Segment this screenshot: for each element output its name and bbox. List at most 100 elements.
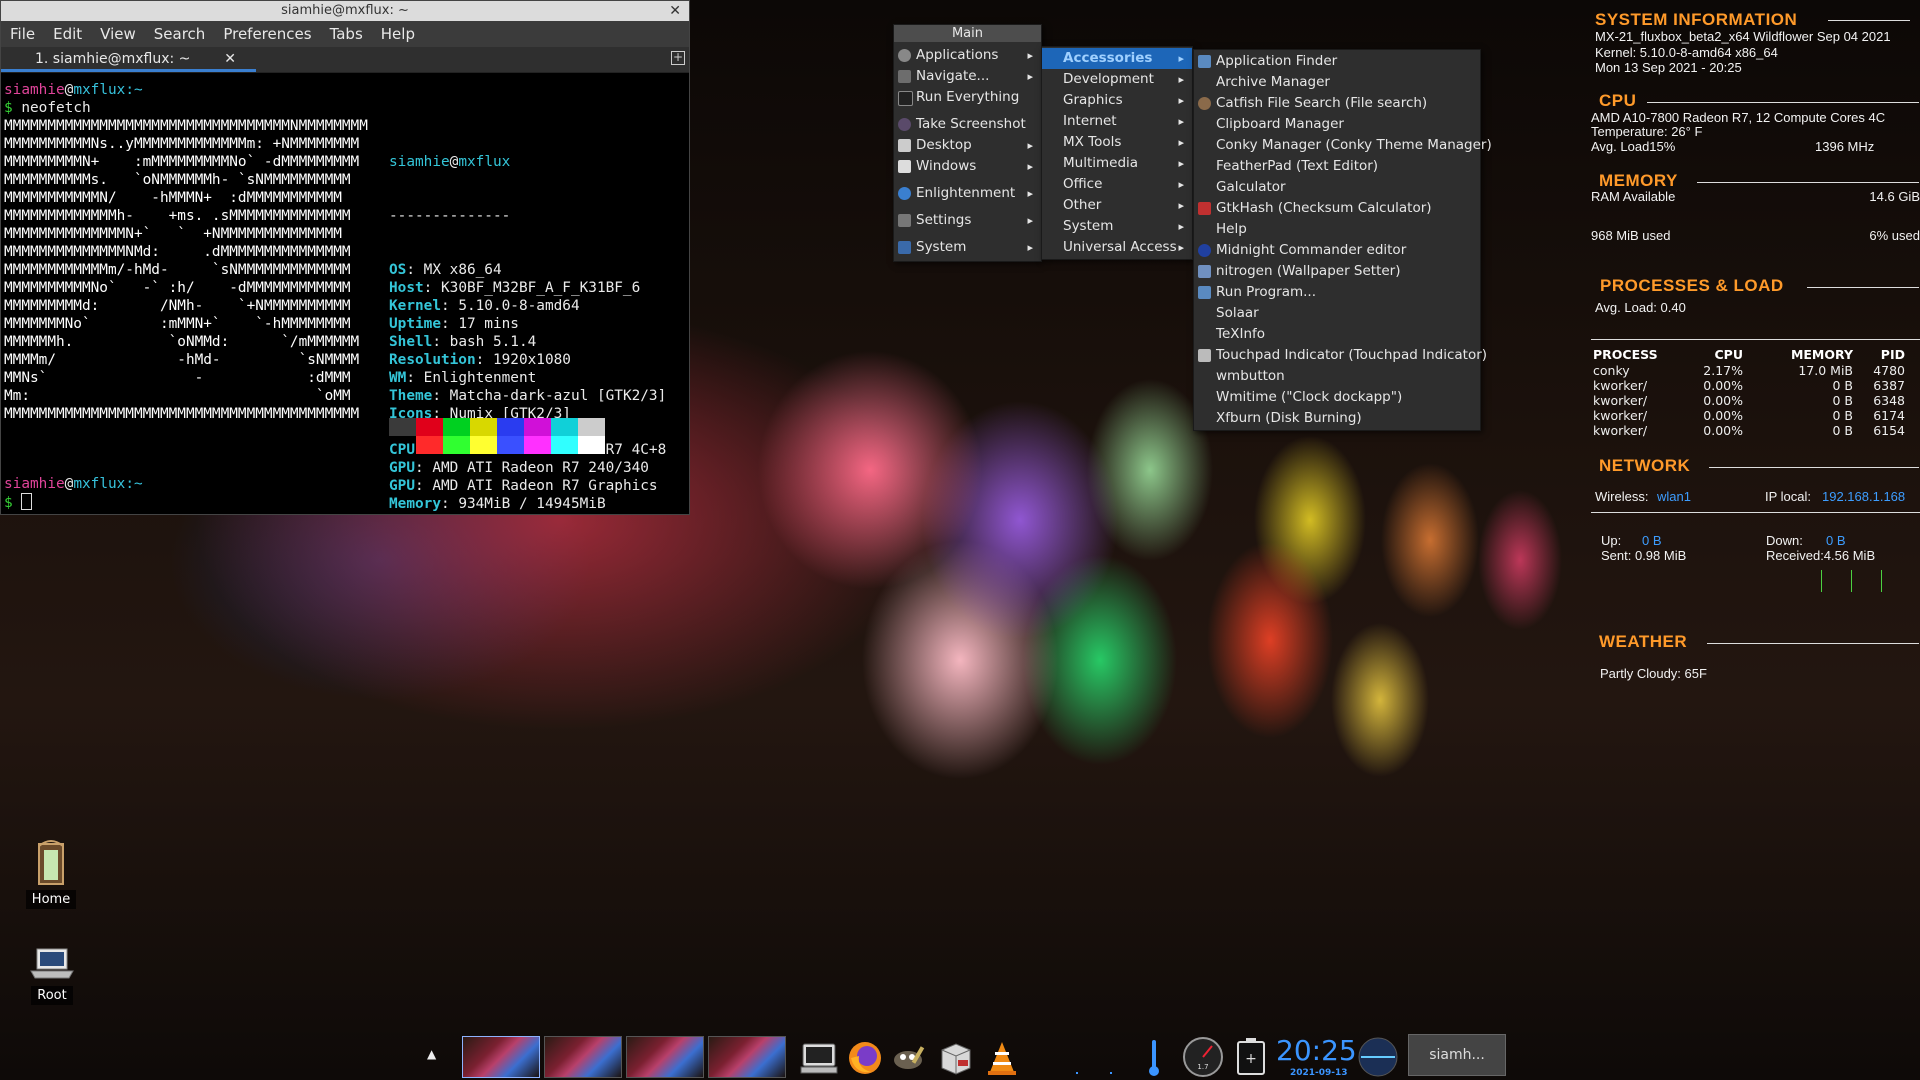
menu-item-internet[interactable]: Internet ▸: [1042, 111, 1192, 132]
desktop-icon-root[interactable]: Root: [4, 946, 100, 1005]
arrow-up-icon[interactable]: ▲: [427, 1047, 436, 1061]
terminal-titlebar[interactable]: siamhie@mxflux: ~ ✕: [1, 1, 689, 21]
menu-item-applications[interactable]: Applications ▸: [894, 45, 1041, 66]
menu-item-catfish[interactable]: Catfish File Search (File search): [1194, 93, 1480, 114]
menu-item-galculator[interactable]: Galculator: [1194, 177, 1480, 198]
menu-item-development[interactable]: Development ▸: [1042, 69, 1192, 90]
terminal-icon[interactable]: [799, 1038, 839, 1078]
close-icon[interactable]: ✕: [669, 1, 681, 21]
menu-item-xfburn[interactable]: Xfburn (Disk Burning): [1194, 408, 1480, 429]
thermometer-icon[interactable]: [1144, 1038, 1164, 1078]
info-header: siamhie@mxflux: [389, 154, 511, 170]
menu-item-other[interactable]: Other ▸: [1042, 195, 1192, 216]
logo-line: MMMMMMMMMMs. `oNMMMMMMh- `sNMMMMMMMMMM: [4, 172, 351, 188]
menu-item-featherpad[interactable]: FeatherPad (Text Editor): [1194, 156, 1480, 177]
gimp-icon[interactable]: [890, 1038, 930, 1078]
menu-item-system[interactable]: System ▸: [894, 237, 1041, 258]
process-row: kworker/0.00% 0 B 6387: [1593, 378, 1905, 393]
menu-edit[interactable]: Edit: [44, 25, 91, 43]
logo-line: MMMMMMMMMN+ :mMMMMMMMMMNo` -dMMMMMMMMM: [4, 154, 360, 170]
logo-line: MMNs` - :dMMM: [4, 370, 351, 386]
menu-item-help[interactable]: Help: [1194, 219, 1480, 240]
logo-line: MMMMMMMMMMMMMMNMd: .dMMMMMMMMMMMMMMM: [4, 244, 351, 260]
workspace-3[interactable]: [626, 1036, 704, 1078]
divider: [1807, 287, 1919, 288]
info-value: AMD ATI Radeon R7 Graphics: [423, 478, 658, 494]
process-cell: 0.00%: [1703, 378, 1743, 393]
menu-item-graphics[interactable]: Graphics ▸: [1042, 90, 1192, 111]
menu-item-run-everything[interactable]: Run Everything: [894, 87, 1041, 108]
divider: [1591, 339, 1920, 340]
input-line[interactable]: $: [4, 493, 33, 512]
workspace-4[interactable]: [708, 1036, 786, 1078]
process-cell: 0 B: [1832, 408, 1853, 423]
firefox-icon[interactable]: [845, 1038, 885, 1078]
vlc-icon[interactable]: [982, 1038, 1022, 1078]
wireless-interface: wlan1: [1657, 489, 1691, 504]
task-button-terminal[interactable]: siamh...: [1408, 1034, 1506, 1076]
menu-item-accessories[interactable]: Accessories ▸: [1042, 48, 1192, 69]
desktop-icon-home[interactable]: Home: [3, 838, 99, 909]
clock[interactable]: 20:25: [1276, 1034, 1357, 1067]
color-swatches: [389, 418, 607, 454]
process-row: kworker/0.00% 0 B 6348: [1593, 393, 1905, 408]
pager-orb-icon[interactable]: [1357, 1036, 1399, 1078]
info-line: OS: MX x86_64: [389, 262, 502, 278]
tab-close-icon[interactable]: ✕: [224, 47, 236, 71]
menu-item-universal-access[interactable]: Universal Access ▸: [1042, 237, 1192, 258]
weather-heading: WEATHER: [1599, 632, 1688, 651]
ip-address: 192.168.1.168: [1822, 489, 1906, 504]
menu-item-clipboard-manager[interactable]: Clipboard Manager: [1194, 114, 1480, 135]
menu-item-touchpad-indicator[interactable]: Touchpad Indicator (Touchpad Indicator): [1194, 345, 1487, 366]
cpu-gauge-icon[interactable]: 1.7: [1182, 1036, 1224, 1078]
menu-help[interactable]: Help: [372, 25, 424, 43]
menu-item-run-program[interactable]: Run Program...: [1194, 282, 1480, 303]
terminal-window[interactable]: siamhie@mxflux: ~ ✕ File Edit View Searc…: [0, 0, 690, 515]
menu-view[interactable]: View: [91, 25, 145, 43]
ram-available-label: RAM Available: [1591, 189, 1676, 204]
menu-item-nitrogen[interactable]: nitrogen (Wallpaper Setter): [1194, 261, 1480, 282]
menu-item-texinfo[interactable]: TeXInfo: [1194, 324, 1480, 345]
info-label: OS: [389, 262, 407, 278]
menu-item-mx-tools[interactable]: MX Tools ▸: [1042, 132, 1192, 153]
menu-item-application-finder[interactable]: Application Finder: [1194, 51, 1480, 72]
menu-item-solaar[interactable]: Solaar: [1194, 303, 1480, 324]
menu-item-midnight-commander[interactable]: Midnight Commander editor: [1194, 240, 1480, 261]
upload-rate: 0 B: [1642, 533, 1662, 548]
menu-tabs[interactable]: Tabs: [321, 25, 372, 43]
menu-item-system-category[interactable]: System ▸: [1042, 216, 1192, 237]
process-cell: 6174: [1873, 408, 1905, 423]
divider: [1697, 182, 1919, 183]
menu-item-archive-manager[interactable]: Archive Manager: [1194, 72, 1480, 93]
folder-icon: [898, 70, 911, 83]
tab-siamhie[interactable]: 1. siamhie@mxflux: ~ ✕: [1, 47, 256, 72]
menu-item-windows[interactable]: Windows ▸: [894, 156, 1041, 177]
info-line: GPU: AMD ATI Radeon R7 240/340: [389, 460, 649, 476]
menu-item-desktop[interactable]: Desktop ▸: [894, 135, 1041, 156]
info-line: Uptime: 17 mins: [389, 316, 519, 332]
new-tab-icon[interactable]: +: [671, 51, 685, 65]
menu-item-conky-manager[interactable]: Conky Manager (Conky Theme Manager): [1194, 135, 1492, 156]
terminal-output[interactable]: siamhie@mxflux:~ $ neofetch MMMMMMMMMMMM…: [1, 73, 689, 512]
workspace-1[interactable]: [462, 1036, 540, 1078]
menu-item-multimedia[interactable]: Multimedia ▸: [1042, 153, 1192, 174]
menu-search[interactable]: Search: [145, 25, 215, 43]
menu-item-settings[interactable]: Settings ▸: [894, 210, 1041, 231]
battery-icon[interactable]: +: [1233, 1036, 1269, 1078]
menu-preferences[interactable]: Preferences: [214, 25, 320, 43]
menu-item-enlightenment[interactable]: Enlightenment ▸: [894, 183, 1041, 204]
package-installer-icon[interactable]: [936, 1038, 976, 1078]
info-line: Theme: Matcha-dark-azul [GTK2/3]: [389, 388, 667, 404]
workspace-2[interactable]: [544, 1036, 622, 1078]
menu-file[interactable]: File: [1, 25, 44, 43]
net-graph-bar: [1881, 570, 1882, 592]
menu-item-navigate[interactable]: Navigate... ▸: [894, 66, 1041, 87]
menu-item-wmitime[interactable]: Wmitime ("Clock dockapp"): [1194, 387, 1480, 408]
menu-item-office[interactable]: Office ▸: [1042, 174, 1192, 195]
menu-item-take-screenshot[interactable]: Take Screenshot: [894, 114, 1041, 135]
menu-item-gtkhash[interactable]: GtkHash (Checksum Calculator): [1194, 198, 1480, 219]
enlightenment-icon: [898, 187, 911, 200]
logo-line: MMMMMMMMMMNo` -` :h/ -dMMMMMMMMMMMM: [4, 280, 351, 296]
desktop-icon: [898, 139, 911, 152]
menu-item-wmbutton[interactable]: wmbutton: [1194, 366, 1480, 387]
